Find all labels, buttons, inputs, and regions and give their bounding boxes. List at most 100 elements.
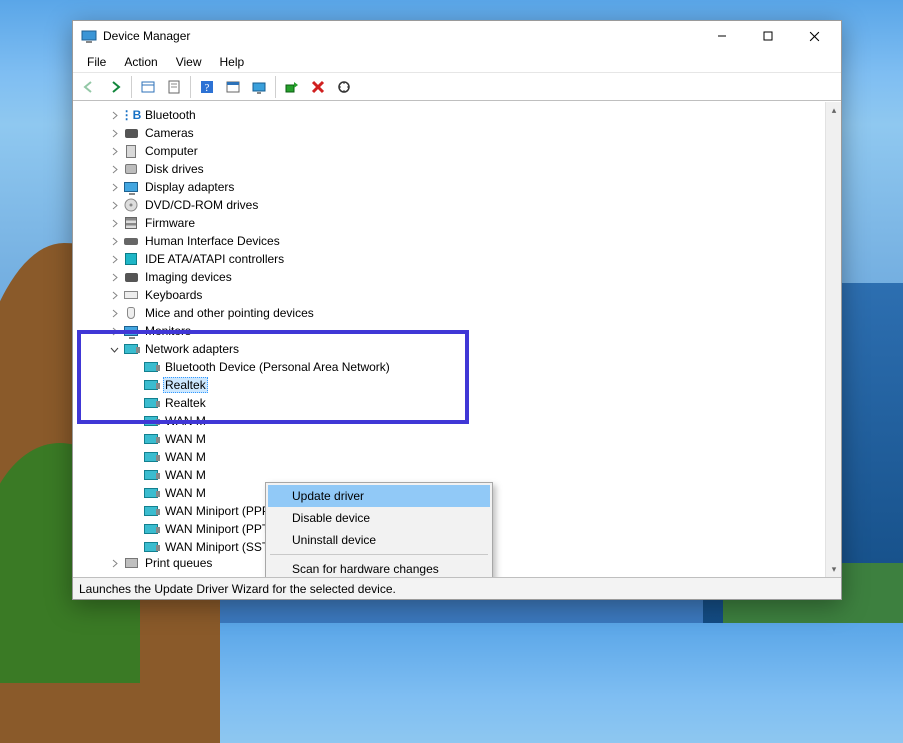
tree-device[interactable]: WAN M <box>87 430 825 448</box>
tree-category[interactable]: Firmware <box>87 214 825 232</box>
update-driver-icon[interactable] <box>247 75 271 99</box>
context-menu-item[interactable]: Update driver <box>268 485 490 507</box>
scan-hardware-icon[interactable] <box>332 75 356 99</box>
close-button[interactable] <box>791 22 837 50</box>
monitor-icon <box>123 323 139 339</box>
svg-text:?: ? <box>205 82 210 94</box>
client-area: ⋮B Bluetooth CamerasComputer Disk drives Dis… <box>73 101 841 577</box>
window-title: Device Manager <box>103 29 699 43</box>
context-menu-item[interactable]: Disable device <box>268 507 490 529</box>
toolbar-separator <box>131 76 132 98</box>
tree-label: Network adapters <box>143 342 241 356</box>
uninstall-icon[interactable] <box>306 75 330 99</box>
expand-icon[interactable] <box>107 144 121 158</box>
tree-label: Mice and other pointing devices <box>143 306 316 320</box>
expand-icon[interactable] <box>107 556 121 570</box>
expand-icon[interactable] <box>107 216 121 230</box>
tree-category[interactable]: Monitors <box>87 322 825 340</box>
printer-icon <box>123 556 139 570</box>
tree-label: DVD/CD-ROM drives <box>143 198 260 212</box>
tree-device[interactable]: WAN M <box>87 412 825 430</box>
expand-icon[interactable] <box>107 324 121 338</box>
netcard-icon <box>143 377 159 393</box>
imaging-icon <box>123 269 139 285</box>
properties-icon[interactable] <box>162 75 186 99</box>
show-hidden-icon[interactable] <box>136 75 160 99</box>
expand-icon[interactable] <box>107 270 121 284</box>
netcard-icon <box>143 485 159 501</box>
network-icon <box>123 341 139 357</box>
hid-icon <box>123 233 139 249</box>
disk-icon <box>123 161 139 177</box>
tree-label: Display adapters <box>143 180 236 194</box>
computer-icon <box>123 143 139 159</box>
view-icon[interactable] <box>221 75 245 99</box>
back-icon[interactable] <box>77 75 101 99</box>
expand-icon[interactable] <box>107 126 121 140</box>
vertical-scrollbar[interactable]: ▴ ▾ <box>825 102 841 577</box>
display-icon <box>123 179 139 195</box>
tree-label: IDE ATA/ATAPI controllers <box>143 252 286 266</box>
tree-category[interactable]: Imaging devices <box>87 268 825 286</box>
menu-action[interactable]: Action <box>116 53 165 71</box>
menu-file[interactable]: File <box>79 53 114 71</box>
tree-category[interactable]: ⋮B Bluetooth <box>87 106 825 124</box>
tree-category[interactable]: Display adapters <box>87 178 825 196</box>
expand-icon[interactable] <box>107 234 121 248</box>
tree-category[interactable]: Mice and other pointing devices <box>87 304 825 322</box>
camera-icon <box>123 125 139 141</box>
tree-category[interactable]: Disk drives <box>87 160 825 178</box>
bluetooth-icon: ⋮B <box>123 107 139 123</box>
tree-label: Monitors <box>143 324 193 338</box>
tree-category[interactable]: Cameras <box>87 124 825 142</box>
statusbar: Launches the Update Driver Wizard for th… <box>73 577 841 599</box>
tree-category[interactable]: DVD/CD-ROM drives <box>87 196 825 214</box>
tree-label: WAN M <box>163 432 208 446</box>
tree-category[interactable]: Keyboards <box>87 286 825 304</box>
netcard-icon <box>143 359 159 375</box>
tree-category[interactable]: IDE ATA/ATAPI controllers <box>87 250 825 268</box>
netcard-icon <box>143 467 159 483</box>
scroll-down-icon[interactable]: ▾ <box>826 561 841 577</box>
tree-category[interactable]: Computer <box>87 142 825 160</box>
tree-category[interactable]: Network adapters <box>87 340 825 358</box>
help-icon[interactable]: ? <box>195 75 219 99</box>
expand-icon[interactable] <box>107 288 121 302</box>
dvd-icon <box>123 197 139 213</box>
tree-label: Print queues <box>143 556 214 570</box>
collapse-icon[interactable] <box>107 342 121 356</box>
tree-label: Bluetooth <box>143 108 198 122</box>
netcard-icon <box>143 503 159 519</box>
tree-device[interactable]: Bluetooth Device (Personal Area Network) <box>87 358 825 376</box>
status-text: Launches the Update Driver Wizard for th… <box>79 582 396 596</box>
tree-label: WAN M <box>163 468 208 482</box>
minimize-button[interactable] <box>699 22 745 50</box>
expand-icon[interactable] <box>107 180 121 194</box>
expand-icon[interactable] <box>107 162 121 176</box>
titlebar[interactable]: Device Manager <box>73 21 841 51</box>
menu-help[interactable]: Help <box>212 53 253 71</box>
ide-icon <box>123 251 139 267</box>
netcard-icon <box>143 431 159 447</box>
maximize-button[interactable] <box>745 22 791 50</box>
expand-icon[interactable] <box>107 198 121 212</box>
menu-view[interactable]: View <box>168 53 210 71</box>
tree-category[interactable]: Human Interface Devices <box>87 232 825 250</box>
forward-icon[interactable] <box>103 75 127 99</box>
tree-device[interactable]: Realtek <box>87 376 825 394</box>
scroll-up-icon[interactable]: ▴ <box>826 102 841 118</box>
tree-label: Disk drives <box>143 162 206 176</box>
tree-label: Bluetooth Device (Personal Area Network) <box>163 360 392 374</box>
firmware-icon <box>123 215 139 231</box>
tree-device[interactable]: WAN M <box>87 448 825 466</box>
expand-icon[interactable] <box>107 108 121 122</box>
expand-icon[interactable] <box>107 306 121 320</box>
tree-device[interactable]: Realtek <box>87 394 825 412</box>
tree-label: WAN M <box>163 486 208 500</box>
context-menu-item[interactable]: Scan for hardware changes <box>268 558 490 577</box>
tree-label: Realtek <box>163 396 208 410</box>
enable-icon[interactable] <box>280 75 304 99</box>
context-menu-item[interactable]: Uninstall device <box>268 529 490 551</box>
netcard-icon <box>143 539 159 555</box>
expand-icon[interactable] <box>107 252 121 266</box>
